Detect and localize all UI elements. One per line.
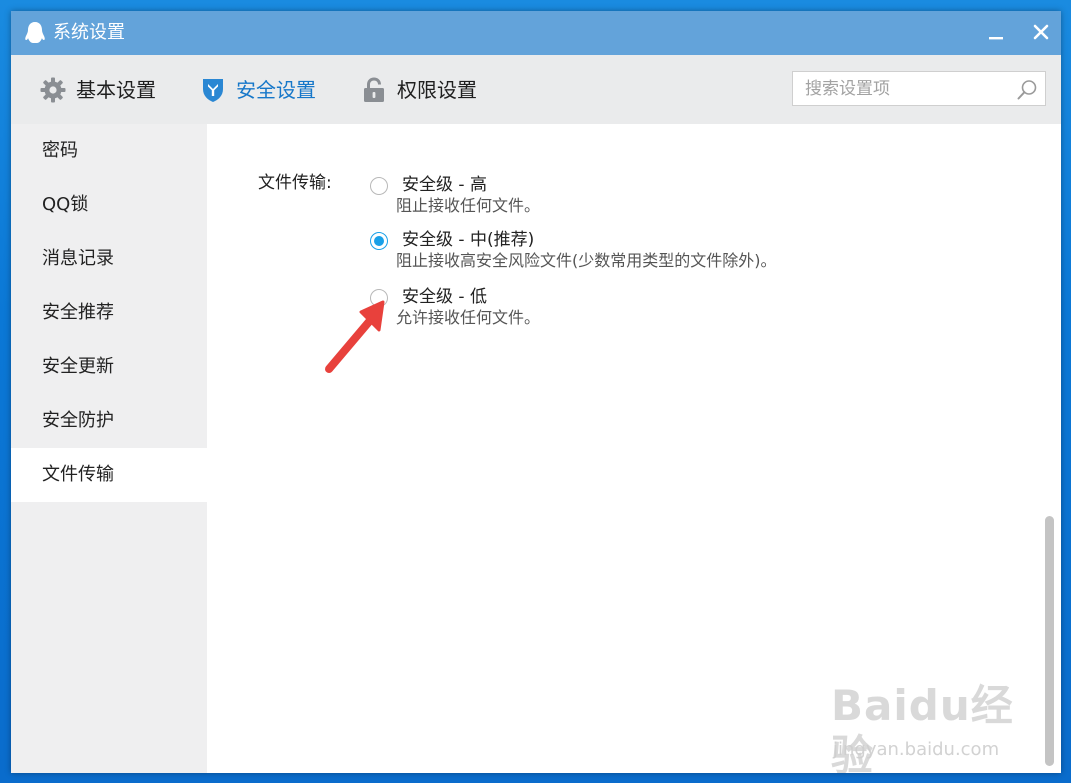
option-title: 安全级 - 高 bbox=[402, 175, 487, 195]
close-icon bbox=[1033, 24, 1049, 40]
option-title: 安全级 - 低 bbox=[402, 287, 487, 307]
tab-label: 安全设置 bbox=[236, 78, 316, 102]
sidebar-item-security-update[interactable]: 安全更新 bbox=[11, 340, 207, 394]
security-level-high-option[interactable]: 安全级 - 高 阻止接收任何文件。 bbox=[370, 171, 970, 221]
title-bar[interactable]: 系统设置 bbox=[11, 11, 1061, 55]
settings-search-box[interactable] bbox=[792, 71, 1046, 106]
settings-content: 文件传输: 安全级 - 高 阻止接收任何文件。 安全级 - 中(推荐) 阻止接收… bbox=[207, 124, 1061, 773]
minimize-button[interactable] bbox=[981, 19, 1011, 47]
tab-label: 基本设置 bbox=[76, 78, 156, 102]
qq-penguin-icon bbox=[25, 22, 45, 43]
window-title: 系统设置 bbox=[53, 22, 125, 43]
option-title: 安全级 - 中(推荐) bbox=[402, 230, 535, 250]
baidu-jingyan-watermark: Baidu经验 jingyan.baidu.com bbox=[823, 679, 1033, 773]
sidebar-item-label: 消息记录 bbox=[42, 248, 114, 269]
gear-icon bbox=[40, 77, 66, 103]
security-level-high-radio[interactable] bbox=[370, 177, 388, 195]
option-description: 阻止接收高安全风险文件(少数常用类型的文件除外)。 bbox=[396, 251, 777, 270]
option-description: 阻止接收任何文件。 bbox=[396, 196, 541, 215]
minimize-icon bbox=[989, 37, 1003, 40]
tab-permission-settings[interactable]: 权限设置 bbox=[360, 73, 510, 107]
settings-toolbar: 基本设置 安全设置 权限设置 bbox=[11, 55, 1061, 125]
tab-label: 权限设置 bbox=[397, 78, 477, 102]
search-icon[interactable] bbox=[1015, 78, 1039, 102]
search-input[interactable] bbox=[793, 72, 1025, 105]
sidebar-item-label: 安全更新 bbox=[42, 356, 114, 377]
settings-sidebar: 密码 QQ锁 消息记录 安全推荐 安全更新 安全防护 文件传输 bbox=[11, 124, 207, 773]
sidebar-item-label: 安全防护 bbox=[42, 410, 114, 431]
option-description: 允许接收任何文件。 bbox=[396, 308, 541, 327]
sidebar-item-label: QQ锁 bbox=[42, 194, 89, 215]
sidebar-item-label: 安全推荐 bbox=[42, 302, 114, 323]
scrollbar-thumb[interactable] bbox=[1045, 516, 1054, 766]
tab-security-settings[interactable]: 安全设置 bbox=[199, 73, 349, 107]
sidebar-item-password[interactable]: 密码 bbox=[11, 124, 207, 178]
sidebar-item-qq-lock[interactable]: QQ锁 bbox=[11, 178, 207, 232]
sidebar-item-security-protection[interactable]: 安全防护 bbox=[11, 394, 207, 448]
watermark-url: jingyan.baidu.com bbox=[833, 739, 1000, 760]
security-level-medium-radio[interactable] bbox=[370, 232, 388, 250]
sidebar-item-label: 文件传输 bbox=[42, 464, 114, 485]
lock-icon bbox=[364, 77, 384, 102]
close-button[interactable] bbox=[1026, 19, 1056, 47]
shield-icon bbox=[203, 79, 223, 102]
tab-basic-settings[interactable]: 基本设置 bbox=[39, 73, 179, 107]
security-level-medium-option[interactable]: 安全级 - 中(推荐) 阻止接收高安全风险文件(少数常用类型的文件除外)。 bbox=[370, 226, 970, 276]
sidebar-item-security-recommend[interactable]: 安全推荐 bbox=[11, 286, 207, 340]
file-transfer-label: 文件传输: bbox=[258, 173, 332, 193]
sidebar-item-label: 密码 bbox=[42, 140, 78, 161]
settings-window: 系统设置 基本设置 安全设置 权限设置 搜索设置项 密码 QQ锁 消息记录 安全… bbox=[11, 11, 1061, 773]
red-arrow-icon bbox=[325, 300, 385, 373]
security-level-low-option[interactable]: 安全级 - 低 允许接收任何文件。 bbox=[370, 283, 970, 333]
sidebar-item-file-transfer[interactable]: 文件传输 bbox=[11, 448, 207, 502]
sidebar-item-message-history[interactable]: 消息记录 bbox=[11, 232, 207, 286]
